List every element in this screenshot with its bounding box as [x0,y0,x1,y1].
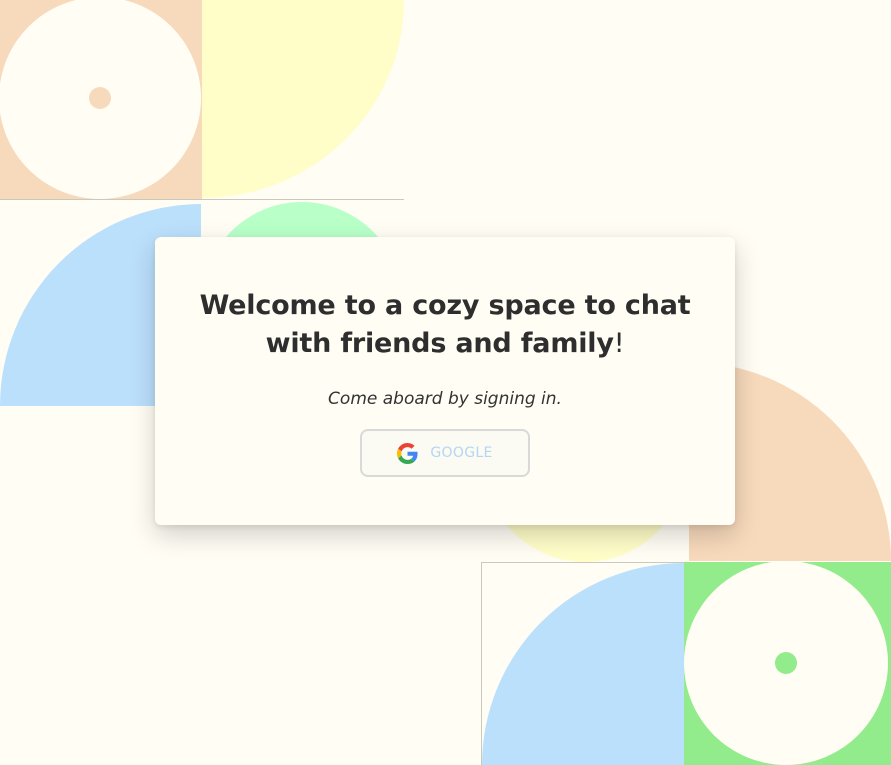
welcome-title-exclamation: ! [613,328,625,359]
google-sign-in-button[interactable]: GOOGLE [360,429,530,477]
login-card: Welcome to a cozy space to chat with fri… [155,237,735,525]
google-button-label: GOOGLE [430,445,493,461]
sign-in-subtitle: Come aboard by signing in. [328,389,562,409]
google-g-icon [397,442,418,464]
peach-dot [89,87,111,109]
green-dot [775,652,797,674]
welcome-title: Welcome to a cozy space to chat with fri… [185,287,705,363]
yellow-quarter-circle [202,0,404,198]
login-page: Welcome to a cozy space to chat with fri… [0,0,891,765]
